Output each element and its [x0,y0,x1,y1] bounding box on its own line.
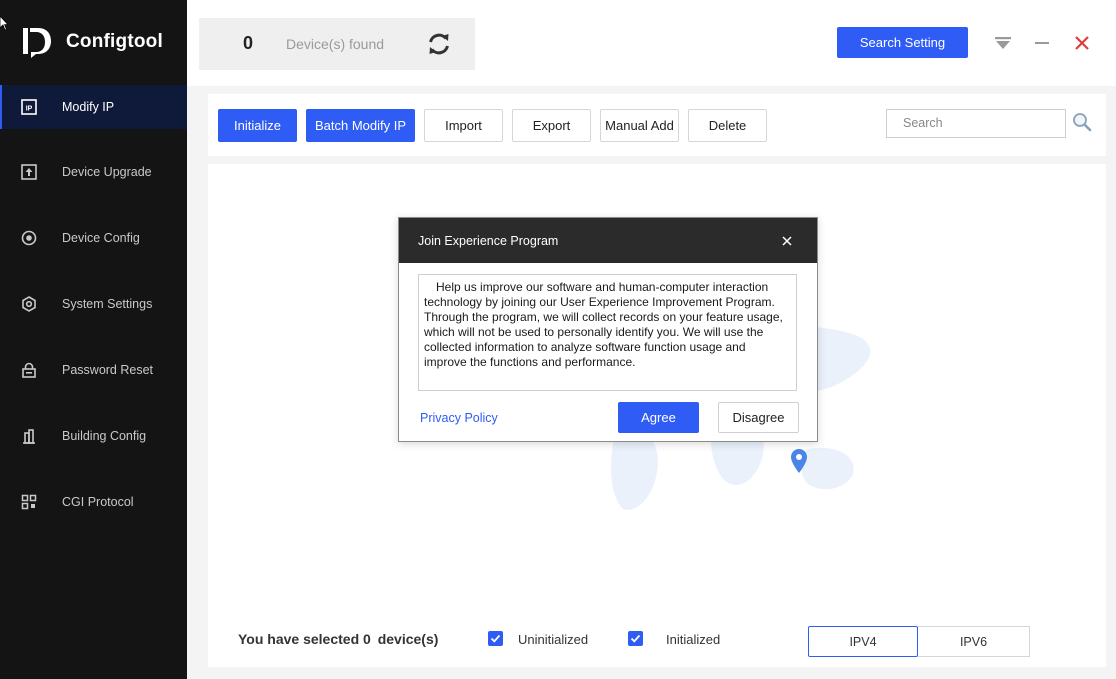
sidebar-item-label: Device Config [62,231,140,245]
sidebar-item-label: Building Config [62,429,147,443]
sidebar-item-device-upgrade[interactable]: Device Upgrade [0,150,187,194]
sidebar-item-system-settings[interactable]: System Settings [0,282,187,326]
dialog-message: Help us improve our software and human-c… [418,274,797,391]
join-experience-dialog: Join Experience Program Help us improve … [398,217,818,442]
privacy-policy-link[interactable]: Privacy Policy [420,411,498,425]
dropdown-menu-icon[interactable] [994,36,1012,50]
uninitialized-checkbox[interactable] [488,631,503,646]
initialized-label: Initialized [666,632,721,647]
search-setting-button[interactable]: Search Setting [837,27,968,58]
grid-icon [21,494,37,510]
uninitialized-label: Uninitialized [518,632,589,647]
manual-add-button[interactable]: Manual Add [600,109,679,142]
selected-count: 0 [363,631,371,647]
device-count: 0 [243,33,254,53]
sidebar-item-label: CGI Protocol [62,495,134,509]
minimize-icon[interactable] [1034,38,1050,48]
location-pin-icon [791,449,807,473]
ipv4-toggle-button[interactable]: IPV4 [808,626,918,657]
device-counter: 0 Device(s) found [199,18,475,70]
initialized-checkbox[interactable] [628,631,643,646]
sidebar-item-cgi-protocol[interactable]: CGI Protocol [0,480,187,524]
sidebar-item-building-config[interactable]: Building Config [0,414,187,458]
svg-text:IP: IP [26,106,33,113]
search-input[interactable]: Search [886,109,1066,138]
sidebar-item-label: Password Reset [62,363,154,377]
import-button[interactable]: Import [424,109,503,142]
batch-modify-ip-button[interactable]: Batch Modify IP [306,109,415,142]
sidebar-item-password-reset[interactable]: Password Reset [0,348,187,392]
building-icon [21,428,37,444]
lock-icon [21,362,37,378]
close-window-icon[interactable] [1074,35,1090,51]
configtool-logo-icon [23,28,51,58]
upgrade-icon [21,164,37,180]
config-icon [21,230,37,246]
ipv6-toggle-button[interactable]: IPV6 [918,626,1030,657]
selected-prefix: You have selected [238,631,360,647]
app-name: Configtool [66,31,163,52]
sidebar-item-label: Device Upgrade [62,165,152,179]
sidebar-item-label: System Settings [62,297,153,311]
device-found-label: Device(s) found [286,36,385,52]
dialog-header: Join Experience Program [399,218,817,263]
checkmark-icon [630,634,641,643]
search-icon[interactable] [1072,112,1092,132]
agree-button[interactable]: Agree [618,402,699,433]
top-bar: 0 Device(s) found Search Setting [187,0,1116,86]
sidebar-item-label: Modify IP [62,100,115,114]
selected-suffix: device(s) [377,631,439,647]
initialize-button[interactable]: Initialize [218,109,297,142]
settings-icon [21,296,37,312]
sidebar-item-modify-ip[interactable]: IP Modify IP [0,85,189,129]
export-button[interactable]: Export [512,109,591,142]
sidebar: Configtool IP Modify IP Device Upgrade D… [0,0,189,679]
disagree-button[interactable]: Disagree [718,402,799,433]
mouse-cursor-icon [0,16,8,31]
close-icon[interactable] [781,235,793,247]
selected-count-label: You have selected 0 device(s) [238,631,438,647]
dialog-title: Join Experience Program [418,234,559,248]
sidebar-item-device-config[interactable]: Device Config [0,216,187,260]
checkmark-icon [490,634,501,643]
delete-button[interactable]: Delete [688,109,767,142]
toolbar: Initialize Batch Modify IP Import Export… [208,94,1106,156]
ip-icon: IP [21,99,37,115]
refresh-icon[interactable] [426,31,452,57]
